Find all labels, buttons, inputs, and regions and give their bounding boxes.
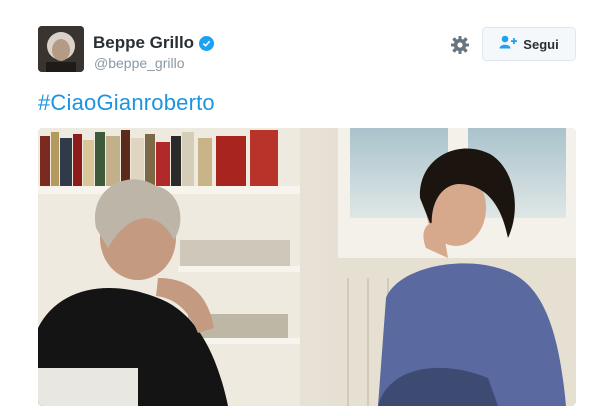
- add-user-icon: [499, 35, 518, 54]
- author-display-name[interactable]: Beppe Grillo: [93, 33, 194, 53]
- author-handle[interactable]: @beppe_grillo: [94, 55, 185, 71]
- author-name-row[interactable]: Beppe Grillo: [93, 33, 215, 53]
- author-avatar[interactable]: [38, 26, 84, 72]
- photo-image: [38, 128, 576, 406]
- verified-badge-icon: [199, 35, 215, 51]
- gear-icon[interactable]: [450, 35, 470, 55]
- avatar-image: [38, 26, 84, 72]
- follow-button[interactable]: Segui: [482, 27, 576, 61]
- follow-button-label: Segui: [523, 36, 559, 52]
- tweet-photo[interactable]: [38, 128, 576, 406]
- hashtag-link[interactable]: #CiaoGianroberto: [38, 90, 215, 116]
